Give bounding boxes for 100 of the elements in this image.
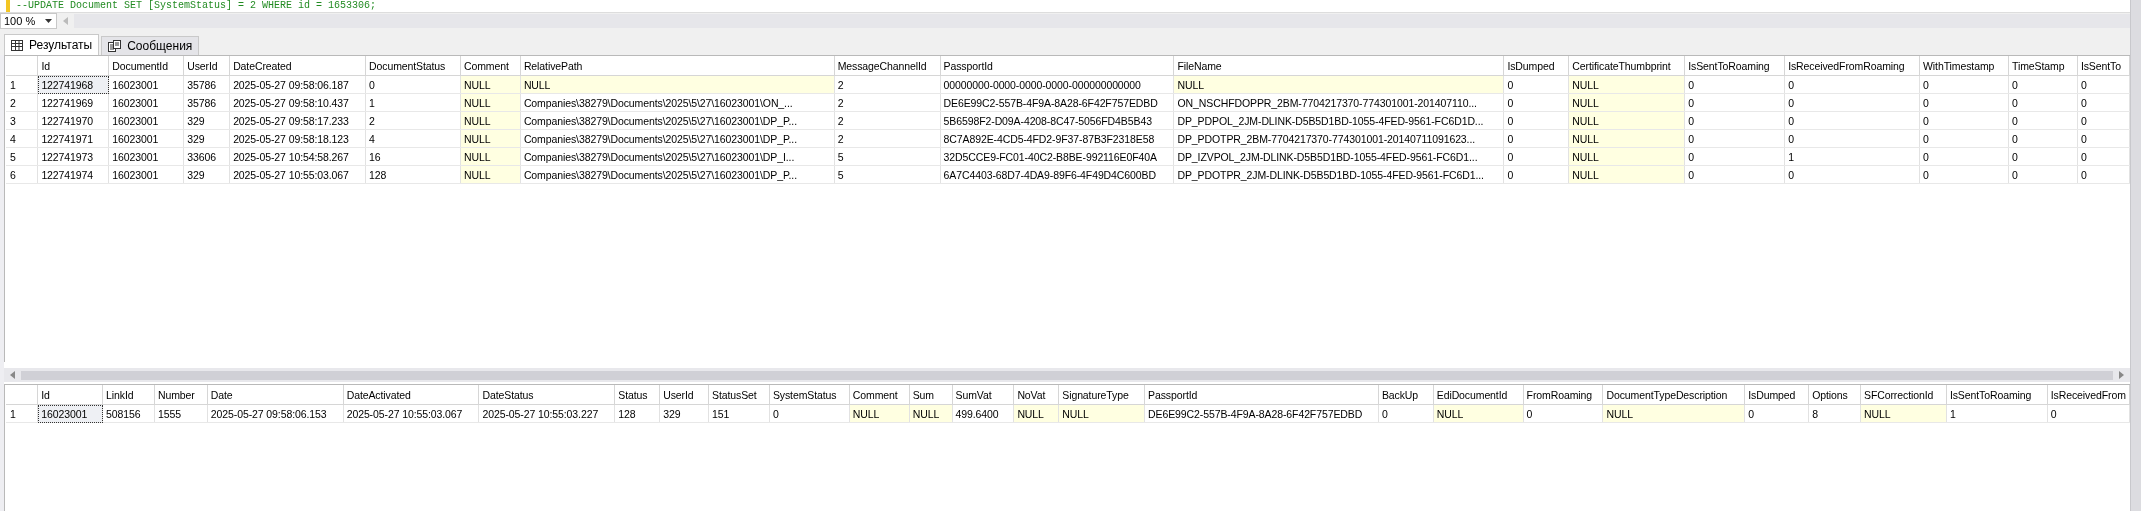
table-cell[interactable]: 0 bbox=[2077, 75, 2130, 94]
table-cell[interactable]: 5 bbox=[834, 147, 941, 166]
table-cell[interactable]: 0 bbox=[2008, 129, 2078, 148]
table-cell[interactable]: 2 bbox=[834, 111, 941, 130]
table-cell[interactable]: 0 bbox=[1919, 75, 2009, 94]
table-cell[interactable]: DE6E99C2-557B-4F9A-8A28-6F42F757EDBD bbox=[1144, 404, 1379, 423]
table-cell[interactable]: DP_PDOTPR_2JM-DLINK-D5B5D1BD-1055-4FED-9561-FC6D1... bbox=[1174, 165, 1504, 184]
table-cell[interactable]: 0 bbox=[2008, 111, 2078, 130]
column-header[interactable]: Id bbox=[37, 385, 103, 405]
table-cell[interactable]: 2025-05-27 09:58:06.153 bbox=[207, 404, 344, 423]
table-cell[interactable]: 8C7A892E-4CD5-4FD2-9F37-87B3F2318E58 bbox=[940, 129, 1174, 148]
table-cell[interactable]: 8 bbox=[1808, 404, 1861, 423]
table-cell[interactable]: DE6E99C2-557B-4F9A-8A28-6F42F757EDBD bbox=[940, 93, 1174, 112]
table-cell[interactable]: 33606 bbox=[183, 147, 230, 166]
table-cell[interactable]: 329 bbox=[659, 404, 709, 423]
table-cell[interactable]: 0 bbox=[1784, 93, 1920, 112]
table-cell[interactable]: 6A7C4403-68D7-4DA9-89F6-4F49D4C600BD bbox=[940, 165, 1174, 184]
table-cell[interactable]: 5B6598F2-D09A-4208-8C47-5056FD4B5B43 bbox=[940, 111, 1174, 130]
table-cell[interactable]: 35786 bbox=[183, 93, 230, 112]
table-cell[interactable]: 1555 bbox=[154, 404, 208, 423]
table-cell[interactable]: 1 bbox=[1784, 147, 1920, 166]
table-cell[interactable]: 0 bbox=[1378, 404, 1434, 423]
column-header[interactable]: IsReceivedFrom bbox=[2047, 385, 2130, 405]
table-cell[interactable]: 0 bbox=[1784, 111, 1920, 130]
table-cell[interactable]: 0 bbox=[1919, 111, 2009, 130]
table-cell[interactable]: 0 bbox=[1503, 93, 1569, 112]
column-header[interactable]: Sum bbox=[909, 385, 953, 405]
column-header[interactable]: IsSentToRoaming bbox=[1684, 56, 1785, 76]
column-header[interactable]: NoVat bbox=[1013, 385, 1059, 405]
table-cell[interactable]: 2025-05-27 09:58:17.233 bbox=[229, 111, 366, 130]
table-cell[interactable]: DP_IZVPOL_2JM-DLINK-D5B5D1BD-1055-4FED-9561-FC6D1... bbox=[1174, 147, 1504, 166]
column-header[interactable]: Number bbox=[154, 385, 208, 405]
zoom-dropdown[interactable]: 100 % bbox=[0, 13, 58, 29]
column-header[interactable]: UserId bbox=[659, 385, 709, 405]
table-cell[interactable]: 16023001 bbox=[108, 165, 184, 184]
horizontal-scrollbar[interactable] bbox=[74, 14, 2130, 28]
table-cell[interactable]: 16023001 bbox=[108, 75, 184, 94]
column-header[interactable]: IsReceivedFromRoaming bbox=[1784, 56, 1920, 76]
table-cell[interactable]: 0 bbox=[1503, 147, 1569, 166]
table-cell[interactable]: 0 bbox=[2008, 147, 2078, 166]
table-cell[interactable]: 499.6400 bbox=[952, 404, 1014, 423]
column-header[interactable]: Options bbox=[1808, 385, 1861, 405]
table-cell[interactable]: 0 bbox=[2047, 404, 2130, 423]
table-cell[interactable]: 2025-05-27 10:54:58.267 bbox=[229, 147, 366, 166]
row-number[interactable]: 3 bbox=[6, 111, 38, 130]
row-number[interactable]: 2 bbox=[6, 93, 38, 112]
table-cell[interactable]: 2025-05-27 10:55:03.067 bbox=[343, 404, 479, 423]
column-header[interactable]: Date bbox=[207, 385, 344, 405]
table-cell[interactable]: 2 bbox=[834, 93, 941, 112]
table-cell[interactable]: 329 bbox=[183, 129, 230, 148]
row-number[interactable]: 6 bbox=[6, 165, 38, 184]
results-tab[interactable]: Результаты bbox=[4, 34, 100, 55]
table-cell[interactable]: 0 bbox=[1919, 93, 2009, 112]
horizontal-scrollbar[interactable] bbox=[4, 368, 2130, 382]
column-header[interactable]: SignatureType bbox=[1058, 385, 1145, 405]
table-cell[interactable]: 0 bbox=[2008, 93, 2078, 112]
column-header[interactable]: PassportId bbox=[1144, 385, 1379, 405]
column-header[interactable]: DocumentId bbox=[108, 56, 184, 76]
row-number[interactable]: 1 bbox=[6, 75, 38, 94]
table-cell[interactable]: 2 bbox=[365, 111, 461, 130]
table-cell[interactable]: 0 bbox=[2008, 75, 2078, 94]
table-cell[interactable]: 329 bbox=[183, 165, 230, 184]
table-cell[interactable]: 35786 bbox=[183, 75, 230, 94]
table-cell[interactable]: 0 bbox=[1684, 129, 1785, 148]
table-cell[interactable]: 0 bbox=[1503, 165, 1569, 184]
table-cell[interactable]: DP_PDPOL_2JM-DLINK-D5B5D1BD-1055-4FED-9561-FC6D1D... bbox=[1174, 111, 1504, 130]
column-header[interactable]: PassportId bbox=[940, 56, 1174, 76]
table-cell[interactable]: 2025-05-27 09:58:10.437 bbox=[229, 93, 366, 112]
table-cell[interactable]: 0 bbox=[769, 404, 850, 423]
table-cell[interactable]: 0 bbox=[1523, 404, 1603, 423]
table-cell[interactable]: Companies\38279\Documents\2025\5\27\16023001\DP_P... bbox=[520, 165, 835, 184]
column-header[interactable]: SystemStatus bbox=[769, 385, 850, 405]
table-cell[interactable]: ON_NSCHFDOPPR_2BM-7704217370-774301001-201407110... bbox=[1174, 93, 1504, 112]
column-header[interactable]: CertificateThumbprint bbox=[1568, 56, 1685, 76]
column-header[interactable]: RelativePath bbox=[520, 56, 835, 76]
row-number[interactable]: 1 bbox=[6, 404, 38, 423]
table-cell[interactable]: 2025-05-27 09:58:06.187 bbox=[229, 75, 366, 94]
table-cell[interactable]: DP_PDOTPR_2BM-7704217370-774301001-20140711091623... bbox=[1174, 129, 1504, 148]
column-header[interactable]: Id bbox=[37, 56, 109, 76]
table-cell[interactable]: 0 bbox=[2077, 111, 2130, 130]
table-cell[interactable]: Companies\38279\Documents\2025\5\27\16023001\DP_P... bbox=[520, 129, 835, 148]
table-cell[interactable]: 2025-05-27 09:58:18.123 bbox=[229, 129, 366, 148]
table-cell[interactable]: 122741973 bbox=[37, 147, 109, 166]
table-cell[interactable]: 5 bbox=[834, 165, 941, 184]
column-header[interactable]: IsSentTo bbox=[2077, 56, 2130, 76]
column-header[interactable]: Comment bbox=[849, 385, 910, 405]
column-header[interactable]: IsDumped bbox=[1744, 385, 1809, 405]
column-header[interactable]: SFCorrectionId bbox=[1860, 385, 1947, 405]
column-header[interactable]: UserId bbox=[183, 56, 230, 76]
column-header[interactable]: SumVat bbox=[952, 385, 1014, 405]
scroll-right-icon[interactable] bbox=[2119, 371, 2124, 379]
vertical-scrollbar[interactable] bbox=[2130, 0, 2141, 511]
table-cell[interactable]: 0 bbox=[1784, 75, 1920, 94]
row-number[interactable]: 5 bbox=[6, 147, 38, 166]
table-cell[interactable]: Companies\38279\Documents\2025\5\27\16023001\ON_... bbox=[520, 93, 835, 112]
table-cell[interactable]: 0 bbox=[1784, 129, 1920, 148]
table-cell[interactable]: 2025-05-27 10:55:03.227 bbox=[479, 404, 615, 423]
table-cell[interactable]: 508156 bbox=[102, 404, 155, 423]
table-cell[interactable]: 0 bbox=[2077, 165, 2130, 184]
column-header[interactable]: DateCreated bbox=[229, 56, 366, 76]
